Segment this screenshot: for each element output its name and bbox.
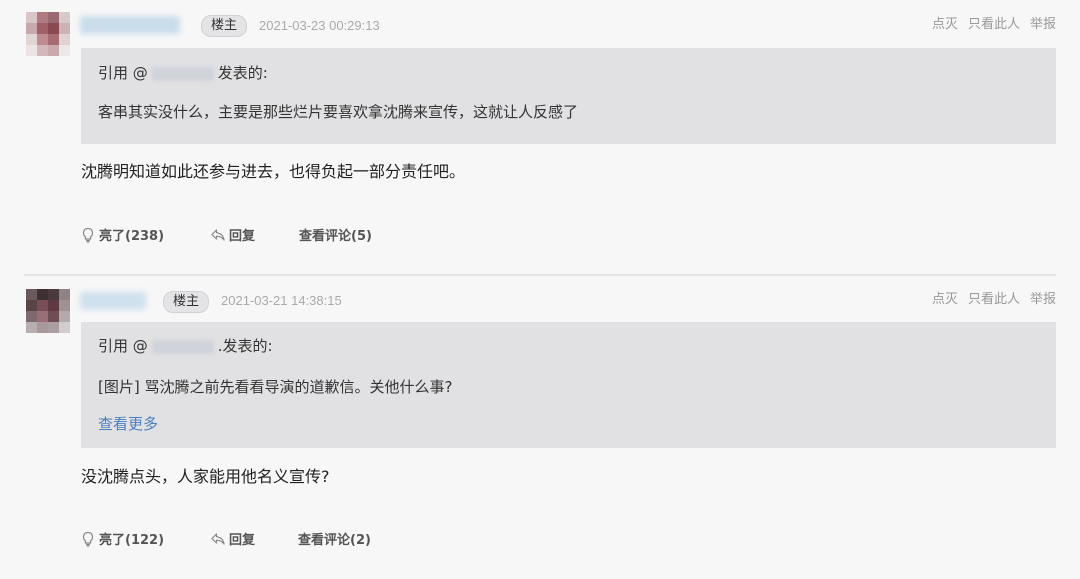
- quoted-username[interactable]: [151, 66, 214, 81]
- view-comments-button[interactable]: 查看评论(2): [298, 531, 371, 551]
- reply-label: 回复: [229, 229, 256, 244]
- downvote-link[interactable]: 点灭: [932, 292, 958, 307]
- quote-prefix: 引用 @: [98, 64, 148, 82]
- show-more-link[interactable]: 查看更多: [98, 413, 158, 435]
- quote-header: 引用 @ .发表的:: [98, 335, 273, 357]
- like-button[interactable]: 亮了(238): [80, 227, 164, 247]
- owner-badge: 楼主: [163, 291, 210, 313]
- report-link[interactable]: 举报: [1030, 292, 1056, 307]
- quote-prefix: 引用 @: [98, 337, 148, 355]
- quote-header: 引用 @ 发表的:: [98, 62, 268, 84]
- post-time: 2021-03-23 00:29:13: [259, 18, 380, 33]
- comment-post: 楼主 2021-03-21 14:38:15 点灭 只看此人 举报 引用 @ .发表的…: [0, 276, 1080, 579]
- view-comments-button[interactable]: 查看评论(5): [299, 227, 372, 247]
- reply-button[interactable]: 回复: [210, 531, 255, 551]
- owner-badge: 楼主: [201, 15, 248, 37]
- quote-suffix: .发表的:: [217, 337, 273, 355]
- quote-text: [图片] 骂沈腾之前先看看导演的道歉信。关他什么事?: [98, 378, 453, 396]
- comment-post: 楼主 2021-03-23 00:29:13 点灭 只看此人 举报 引用 @ 发表的:…: [0, 0, 1080, 274]
- quote-text: 客串其实没什么，主要是那些烂片要喜欢拿沈腾来宣传，这就让人反感了: [98, 103, 579, 121]
- reply-arrow-icon: [211, 229, 225, 241]
- reply-arrow-icon: [211, 533, 225, 545]
- view-comments-label: 查看评论(2): [298, 533, 371, 548]
- reply-text: 没沈腾点头，人家能用他名义宣传?: [81, 467, 330, 486]
- quote-block: 引用 @ 发表的: 客串其实没什么，主要是那些烂片要喜欢拿沈腾来宣传，这就让人反感…: [81, 48, 1056, 144]
- avatar[interactable]: [26, 12, 70, 56]
- like-count: 亮了(238): [99, 229, 165, 244]
- avatar[interactable]: [26, 289, 70, 333]
- reply-button[interactable]: 回复: [210, 227, 255, 247]
- reply-label: 回复: [229, 533, 256, 548]
- quote-suffix: 发表的:: [217, 64, 268, 82]
- like-button[interactable]: 亮了(122): [80, 531, 164, 551]
- report-link[interactable]: 举报: [1030, 17, 1056, 32]
- username[interactable]: [80, 292, 146, 310]
- only-this-user-link[interactable]: 只看此人: [968, 17, 1020, 32]
- post-time: 2021-03-21 14:38:15: [221, 293, 342, 308]
- reply-text: 沈腾明知道如此还参与进去，也得负起一部分责任吧。: [81, 162, 466, 181]
- lightbulb-icon: [82, 227, 94, 243]
- post-actions-links: 点灭 只看此人 举报: [922, 15, 1056, 35]
- quote-block: 引用 @ .发表的: [图片] 骂沈腾之前先看看导演的道歉信。关他什么事? 查看更…: [81, 322, 1056, 448]
- like-count: 亮了(122): [99, 533, 165, 548]
- username[interactable]: [80, 16, 180, 34]
- post-actions-links: 点灭 只看此人 举报: [922, 290, 1056, 310]
- downvote-link[interactable]: 点灭: [932, 17, 958, 32]
- lightbulb-icon: [82, 531, 94, 547]
- only-this-user-link[interactable]: 只看此人: [968, 292, 1020, 307]
- view-comments-label: 查看评论(5): [299, 229, 372, 244]
- quoted-username[interactable]: [151, 339, 214, 354]
